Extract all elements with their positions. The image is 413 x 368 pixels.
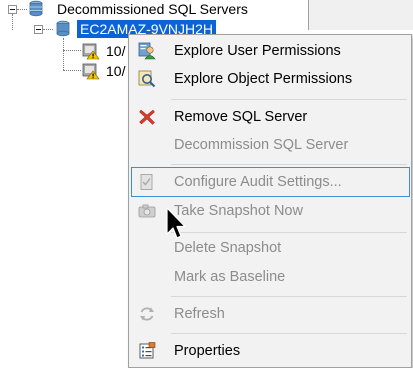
tree-connector xyxy=(43,29,53,30)
menu-item-mark-as-baseline[interactable]: Mark as Baseline xyxy=(129,263,411,291)
tree-connector xyxy=(12,14,13,30)
tree-node-snapshot-1[interactable]: 10/ xyxy=(106,42,125,60)
tree-connector xyxy=(17,9,27,10)
menu-item-label: Decommission SQL Server xyxy=(174,137,349,153)
application-window: Decommissioned SQL Servers EC2AMAZ-9VNJH… xyxy=(0,0,413,368)
menu-item-explore-object-permissions[interactable]: Explore Object Permissions xyxy=(129,65,411,93)
menu-item-label: Properties xyxy=(174,343,241,359)
menu-item-refresh[interactable]: Refresh xyxy=(129,300,411,328)
menu-separator xyxy=(171,333,407,334)
snapshot-warning-icon xyxy=(82,42,100,60)
tree-connector xyxy=(63,50,81,51)
object-permissions-icon xyxy=(138,70,156,88)
menu-item-configure-audit-settings[interactable]: Configure Audit Settings... xyxy=(131,167,410,197)
red-x-icon xyxy=(138,108,156,126)
menu-item-label: Configure Audit Settings... xyxy=(174,174,342,190)
menu-item-remove-sql-server[interactable]: Remove SQL Server xyxy=(129,103,411,131)
menu-item-label: Mark as Baseline xyxy=(174,269,286,285)
menu-separator xyxy=(171,99,407,100)
audit-settings-icon xyxy=(138,173,156,191)
menu-item-label: Explore User Permissions xyxy=(174,43,341,59)
context-menu: Explore User Permissions Explore Object … xyxy=(128,34,412,368)
menu-item-label: Take Snapshot Now xyxy=(174,203,303,219)
camera-icon xyxy=(138,202,156,220)
menu-item-label: Refresh xyxy=(174,306,225,322)
user-permissions-icon xyxy=(138,42,156,60)
menu-item-explore-user-permissions[interactable]: Explore User Permissions xyxy=(129,37,411,65)
menu-item-label: Delete Snapshot xyxy=(174,240,282,256)
right-pane xyxy=(309,0,413,30)
menu-separator xyxy=(171,296,407,297)
collapse-toggle-server[interactable] xyxy=(34,25,43,34)
database-server-icon xyxy=(55,20,71,38)
menu-separator xyxy=(171,164,407,165)
menu-item-label: Remove SQL Server xyxy=(174,109,308,125)
snapshot-warning-icon xyxy=(82,62,100,80)
mouse-cursor-icon xyxy=(166,207,188,241)
tree-connector xyxy=(63,70,81,71)
tree-node-snapshot-2[interactable]: 10/ xyxy=(106,62,125,80)
menu-item-decommission-sql-server[interactable]: Decommission SQL Server xyxy=(129,131,411,159)
collapse-toggle-root[interactable] xyxy=(8,5,17,14)
tree-node-decommissioned[interactable]: Decommissioned SQL Servers xyxy=(57,0,248,18)
server-group-icon xyxy=(28,0,44,18)
menu-item-label: Explore Object Permissions xyxy=(174,71,353,87)
properties-icon xyxy=(138,342,156,360)
menu-item-properties[interactable]: Properties xyxy=(129,337,411,365)
refresh-icon xyxy=(138,305,156,323)
menu-separator xyxy=(171,232,407,233)
tree-connector xyxy=(63,38,64,70)
